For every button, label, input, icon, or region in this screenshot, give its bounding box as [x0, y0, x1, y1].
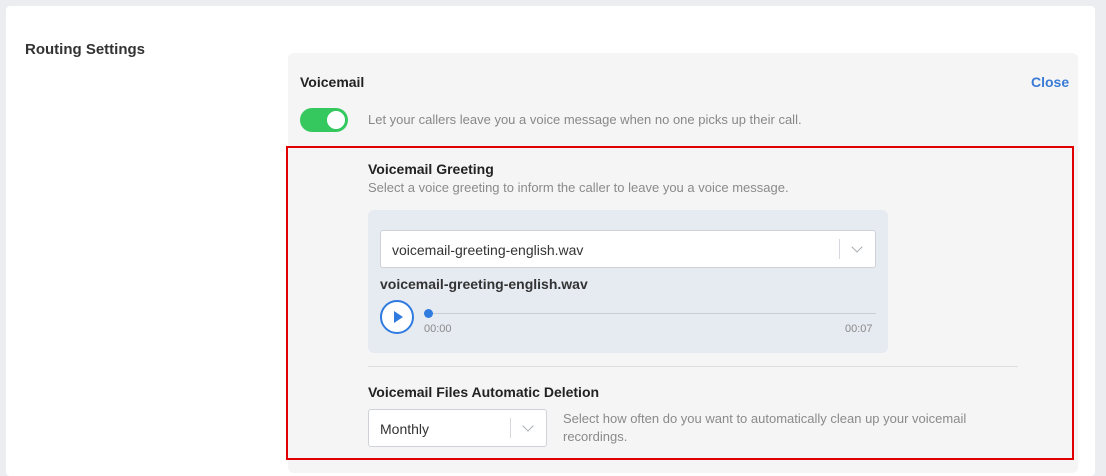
deletion-frequency-value: Monthly	[380, 421, 430, 437]
voicemail-title: Voicemail	[300, 74, 365, 90]
current-time: 00:00	[424, 323, 452, 335]
deletion-title: Voicemail Files Automatic Deletion	[368, 384, 600, 400]
play-button[interactable]	[380, 300, 414, 334]
chevron-down-icon	[851, 241, 863, 253]
greeting-select-value: voicemail-greeting-english.wav	[392, 242, 584, 258]
voicemail-greeting-description: Select a voice greeting to inform the ca…	[368, 180, 789, 195]
section-divider	[368, 366, 1018, 367]
voicemail-toggle[interactable]	[300, 108, 348, 132]
voicemail-toggle-description: Let your callers leave you a voice messa…	[368, 112, 802, 127]
voicemail-greeting-title: Voicemail Greeting	[368, 161, 494, 177]
chevron-down-icon	[522, 420, 534, 432]
progress-handle[interactable]	[424, 309, 433, 318]
routing-settings-title: Routing Settings	[25, 41, 145, 58]
play-icon	[394, 311, 403, 323]
close-link[interactable]: Close	[1031, 74, 1069, 90]
toggle-knob	[327, 111, 345, 129]
greeting-select[interactable]: voicemail-greeting-english.wav	[380, 230, 876, 268]
duration-time: 00:07	[845, 323, 873, 335]
player-file-name: voicemail-greeting-english.wav	[380, 276, 588, 292]
select-divider	[839, 239, 840, 259]
select-divider	[510, 418, 511, 438]
deletion-description: Select how often do you want to automati…	[563, 411, 967, 444]
progress-track[interactable]	[428, 313, 876, 314]
deletion-frequency-select[interactable]: Monthly	[368, 409, 547, 447]
